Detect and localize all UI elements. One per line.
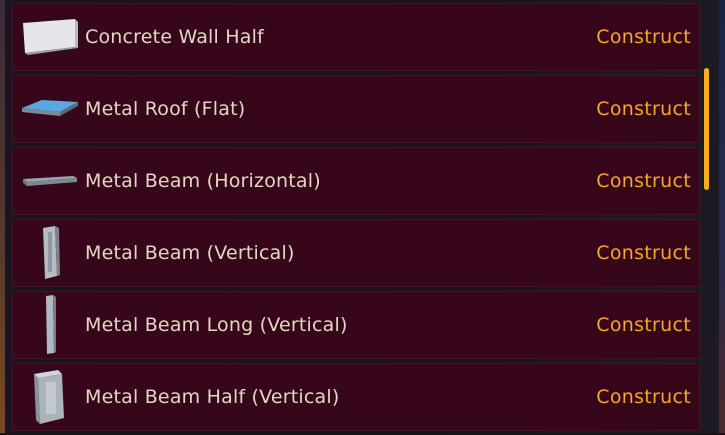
concrete-wall-half-icon <box>19 6 81 68</box>
construct-button[interactable]: Construct <box>596 26 691 48</box>
metal-beam-half-vertical-icon <box>19 366 81 428</box>
item-name: Metal Beam (Vertical) <box>85 242 295 264</box>
construct-button[interactable]: Construct <box>596 386 691 408</box>
metal-beam-horizontal-icon <box>19 150 81 212</box>
item-name: Metal Beam Long (Vertical) <box>85 314 348 336</box>
panel-right-edge <box>719 0 725 433</box>
panel-left-edge <box>0 0 5 433</box>
construct-button[interactable]: Construct <box>596 170 691 192</box>
build-item-list: Concrete Wall Half Construct Metal Roof … <box>12 3 700 435</box>
scrollbar-thumb[interactable] <box>704 68 709 190</box>
build-item-concrete-wall-half[interactable]: Concrete Wall Half Construct <box>12 3 700 71</box>
construct-button[interactable]: Construct <box>596 98 691 120</box>
metal-beam-vertical-icon <box>19 222 81 284</box>
build-item-metal-beam-long-vertical[interactable]: Metal Beam Long (Vertical) Construct <box>12 291 700 359</box>
metal-roof-flat-icon <box>19 78 81 140</box>
item-name: Metal Beam Half (Vertical) <box>85 386 340 408</box>
build-item-metal-roof-flat[interactable]: Metal Roof (Flat) Construct <box>12 75 700 143</box>
item-name: Metal Roof (Flat) <box>85 98 246 120</box>
item-name: Metal Beam (Horizontal) <box>85 170 321 192</box>
build-item-metal-beam-horizontal[interactable]: Metal Beam (Horizontal) Construct <box>12 147 700 215</box>
build-item-metal-beam-half-vertical[interactable]: Metal Beam Half (Vertical) Construct <box>12 363 700 431</box>
metal-beam-long-vertical-icon <box>19 294 81 356</box>
build-item-metal-beam-vertical[interactable]: Metal Beam (Vertical) Construct <box>12 219 700 287</box>
construct-button[interactable]: Construct <box>596 314 691 336</box>
item-name: Concrete Wall Half <box>85 26 264 48</box>
build-menu-panel: Concrete Wall Half Construct Metal Roof … <box>0 0 725 433</box>
construct-button[interactable]: Construct <box>596 242 691 264</box>
